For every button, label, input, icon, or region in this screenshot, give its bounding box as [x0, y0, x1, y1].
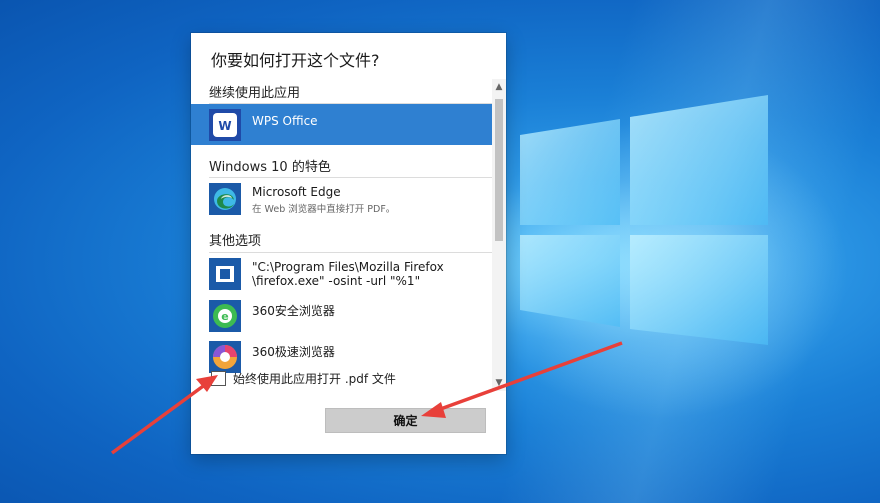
always-use-label: 始终使用此应用打开 .pdf 文件 [233, 372, 396, 386]
360-speed-browser-icon [209, 341, 241, 373]
app-name: WPS Office [252, 114, 318, 128]
app-item-firefox[interactable]: "C:\Program Files\Mozilla Firefox \firef… [191, 253, 492, 294]
app-name-line2: \firefox.exe" -osint -url "%1" [252, 274, 421, 288]
section-other-heading: 其他选项 [209, 234, 262, 249]
app-name-line1: "C:\Program Files\Mozilla Firefox [252, 260, 444, 274]
microsoft-edge-icon [209, 183, 241, 215]
open-with-dialog: 你要如何打开这个文件? 继续使用此应用 W WPS Office Windows… [191, 33, 506, 454]
360-safe-browser-icon: e [209, 300, 241, 332]
app-name: Microsoft Edge [252, 185, 341, 199]
app-item-microsoft-edge[interactable]: Microsoft Edge 在 Web 浏览器中直接打开 PDF。 [191, 178, 492, 219]
svg-text:W: W [218, 119, 231, 133]
scrollbar-thumb[interactable] [495, 99, 503, 241]
app-item-360-safe-browser[interactable]: e 360安全浏览器 [191, 295, 492, 336]
wps-office-icon: W [209, 109, 241, 141]
windows-logo [520, 95, 768, 345]
scroll-down-icon[interactable]: ▼ [492, 375, 506, 391]
scroll-up-icon[interactable]: ▲ [492, 79, 506, 95]
app-name: 360安全浏览器 [252, 304, 335, 318]
section-windows10-heading: Windows 10 的特色 [209, 160, 331, 175]
svg-text:e: e [221, 310, 228, 323]
dialog-title: 你要如何打开这个文件? [211, 51, 380, 70]
app-list[interactable]: 继续使用此应用 W WPS Office Windows 10 的特色 Micr… [191, 79, 506, 391]
section-continue-heading: 继续使用此应用 [209, 86, 301, 101]
list-scrollbar[interactable]: ▲ ▼ [492, 79, 506, 391]
always-use-checkbox[interactable] [211, 371, 226, 386]
app-name: 360极速浏览器 [252, 345, 335, 359]
app-description: 在 Web 浏览器中直接打开 PDF。 [252, 204, 396, 215]
app-item-wps-office[interactable]: W WPS Office [191, 104, 492, 145]
ok-button[interactable]: 确定 [325, 408, 486, 433]
generic-app-icon [209, 258, 241, 290]
